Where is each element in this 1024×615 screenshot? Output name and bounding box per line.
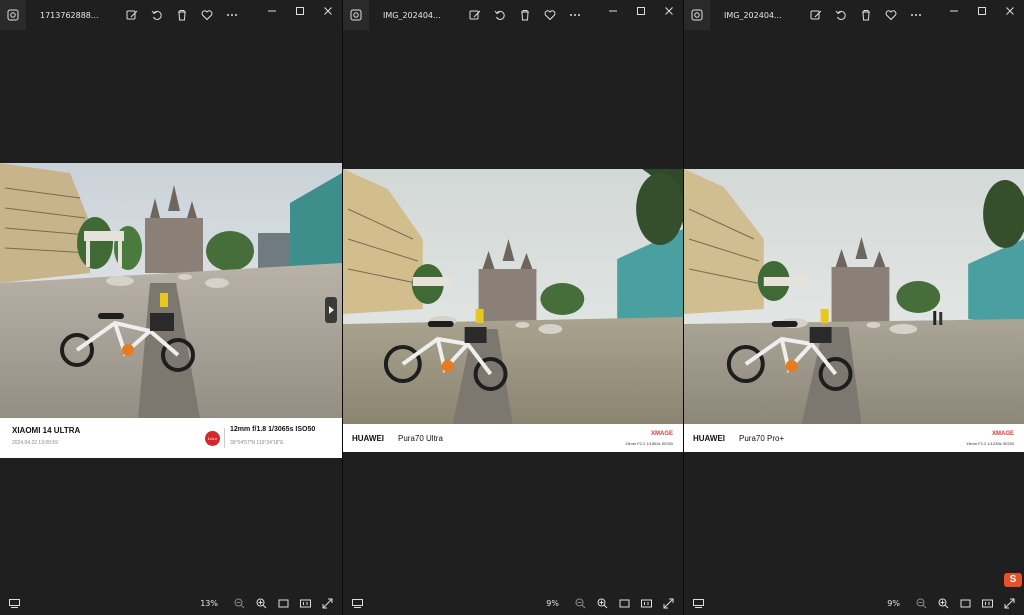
file-name: IMG_202404... xyxy=(724,10,782,20)
zoom-level: 9% xyxy=(546,598,559,608)
more-icon[interactable] xyxy=(905,4,927,26)
photo-image xyxy=(343,169,683,424)
bottom-bar: 9% xyxy=(343,591,683,615)
close-icon[interactable] xyxy=(996,0,1024,22)
actual-size-icon[interactable] xyxy=(294,592,316,614)
exif-info: 12mm f/1.8 1/3065s ISO50 xyxy=(230,426,316,433)
photo-image xyxy=(0,163,342,418)
photo-canvas[interactable]: XIAOMI 14 ULTRA 2024.04.22 13:00:59 Leic… xyxy=(0,163,342,458)
photo-image xyxy=(684,169,1024,424)
photos-app-icon[interactable] xyxy=(0,0,26,30)
actual-size-icon[interactable] xyxy=(976,592,998,614)
divider xyxy=(224,428,225,448)
zoom-in-icon[interactable] xyxy=(250,592,272,614)
bottom-bar: 9% xyxy=(684,591,1024,615)
heart-icon[interactable] xyxy=(880,4,902,26)
rotate-icon[interactable] xyxy=(146,4,168,26)
trash-icon[interactable] xyxy=(855,4,877,26)
close-icon[interactable] xyxy=(314,0,342,22)
close-icon[interactable] xyxy=(655,0,683,22)
photo-watermark-band: HUAWEI Pura70 Pro+ XMAGE 13mm F2.2 1/123… xyxy=(684,424,1024,452)
camera-model: Pura70 Pro+ xyxy=(739,434,785,443)
corner-app-badge[interactable]: S xyxy=(1004,573,1022,587)
window-controls xyxy=(599,0,683,22)
zoom-in-icon[interactable] xyxy=(932,592,954,614)
heart-icon[interactable] xyxy=(196,4,218,26)
fit-window-icon[interactable] xyxy=(272,592,294,614)
maximize-icon[interactable] xyxy=(286,0,314,22)
photo-canvas[interactable]: HUAWEI Pura70 Pro+ XMAGE 13mm F2.2 1/123… xyxy=(684,169,1024,452)
file-name: IMG_202404... xyxy=(383,10,441,20)
more-icon[interactable] xyxy=(221,4,243,26)
bottom-bar: 13% xyxy=(0,591,342,615)
zoom-level: 13% xyxy=(200,598,218,608)
file-name: 1713762888... xyxy=(40,10,99,20)
more-icon[interactable] xyxy=(564,4,586,26)
camera-model: XIAOMI 14 ULTRA xyxy=(12,426,81,435)
filmstrip-icon[interactable] xyxy=(6,595,22,611)
photos-app-icon[interactable] xyxy=(343,0,369,30)
photo-watermark-band: HUAWEI Pura70 Ultra XMAGE 13mm F2.2 1/15… xyxy=(343,424,683,452)
title-bar: IMG_202404... xyxy=(684,0,1024,30)
minimize-icon[interactable] xyxy=(258,0,286,22)
title-bar: 1713762888... xyxy=(0,0,342,30)
zoom-out-icon[interactable] xyxy=(569,592,591,614)
edit-image-icon[interactable] xyxy=(121,4,143,26)
xmage-logo: XMAGE xyxy=(650,431,673,437)
brand-name: HUAWEI xyxy=(352,434,384,443)
heart-icon[interactable] xyxy=(539,4,561,26)
title-bar: IMG_202404... xyxy=(343,0,683,30)
maximize-icon[interactable] xyxy=(968,0,996,22)
xmage-logo: XMAGE xyxy=(991,431,1014,437)
zoom-out-icon[interactable] xyxy=(910,592,932,614)
zoom-out-icon[interactable] xyxy=(228,592,250,614)
rotate-icon[interactable] xyxy=(489,4,511,26)
capture-datetime: 2024.04.22 13:00:59 xyxy=(12,440,58,446)
maximize-icon[interactable] xyxy=(627,0,655,22)
trash-icon[interactable] xyxy=(171,4,193,26)
fit-window-icon[interactable] xyxy=(613,592,635,614)
brand-name: HUAWEI xyxy=(693,434,725,443)
filmstrip-icon[interactable] xyxy=(349,595,365,611)
photos-app-icon[interactable] xyxy=(684,0,710,30)
filmstrip-icon[interactable] xyxy=(690,595,706,611)
minimize-icon[interactable] xyxy=(599,0,627,22)
toolbar xyxy=(118,4,243,26)
fullscreen-icon[interactable] xyxy=(998,592,1020,614)
camera-model: Pura70 Ultra xyxy=(398,434,443,443)
minimize-icon[interactable] xyxy=(940,0,968,22)
edit-image-icon[interactable] xyxy=(805,4,827,26)
photo-canvas[interactable]: HUAWEI Pura70 Ultra XMAGE 13mm F2.2 1/15… xyxy=(343,169,683,452)
photo-viewer-window-2: IMG_202404... HUAWEI Pura70 Ultra XMAGE … xyxy=(342,0,683,615)
fullscreen-icon[interactable] xyxy=(316,592,338,614)
exif-info: 13mm F2.2 1/1235s ISO50 xyxy=(965,441,1014,446)
exif-info: 13mm F2.2 1/1562s ISO50 xyxy=(624,441,673,446)
edit-image-icon[interactable] xyxy=(464,4,486,26)
leica-logo: Leica xyxy=(205,431,220,446)
toolbar xyxy=(802,4,927,26)
trash-icon[interactable] xyxy=(514,4,536,26)
rotate-icon[interactable] xyxy=(830,4,852,26)
desktop: 1713762888... XIAOMI 14 ULTRA 2024.04.22… xyxy=(0,0,1024,615)
window-controls xyxy=(258,0,342,22)
zoom-in-icon[interactable] xyxy=(591,592,613,614)
fit-window-icon[interactable] xyxy=(954,592,976,614)
photo-viewer-window-1: 1713762888... XIAOMI 14 ULTRA 2024.04.22… xyxy=(0,0,342,615)
photo-watermark-band: XIAOMI 14 ULTRA 2024.04.22 13:00:59 Leic… xyxy=(0,418,342,458)
gps-coordinates: 39°54'57"N 116°24'18"E xyxy=(230,440,284,446)
next-image-button[interactable] xyxy=(325,297,337,323)
photo-viewer-window-3: IMG_202404... HUAWEI Pura70 Pro+ XMAGE 1… xyxy=(683,0,1024,615)
fullscreen-icon[interactable] xyxy=(657,592,679,614)
window-controls xyxy=(940,0,1024,22)
zoom-level: 9% xyxy=(887,598,900,608)
actual-size-icon[interactable] xyxy=(635,592,657,614)
toolbar xyxy=(461,4,586,26)
